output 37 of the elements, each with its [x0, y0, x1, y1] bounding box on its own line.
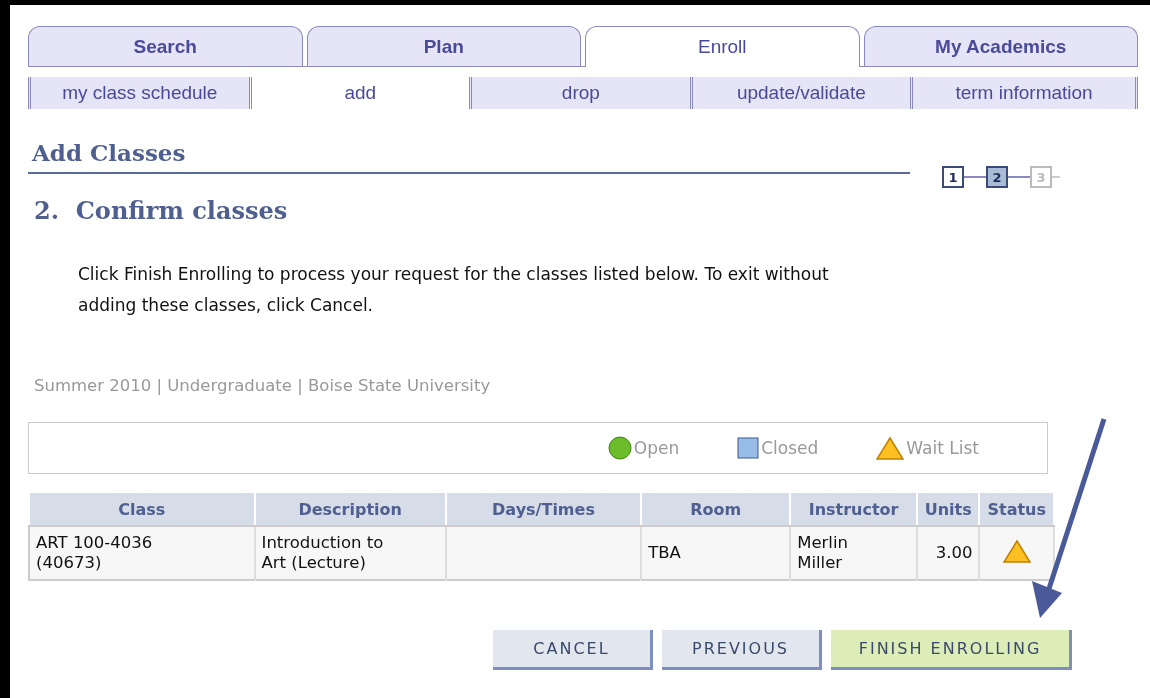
step-indicator: 1	[942, 166, 964, 188]
sub-tab[interactable]: term information	[910, 77, 1138, 109]
warning-icon	[876, 436, 905, 460]
action-button[interactable]: CANCEL	[493, 630, 653, 670]
column-header: Class	[29, 492, 255, 526]
table-cell: TBA	[641, 526, 791, 580]
action-button[interactable]: PREVIOUS	[662, 630, 822, 670]
sub-tab[interactable]: my class schedule	[28, 77, 249, 109]
step-indicator: 2	[986, 166, 1008, 188]
sub-tab[interactable]: update/validate	[689, 77, 911, 109]
column-header: Description	[254, 492, 446, 526]
sub-tab[interactable]: drop	[469, 77, 690, 109]
nav-tab[interactable]: Search	[28, 26, 303, 66]
column-header: Instructor	[790, 492, 918, 526]
term-info: Summer 2010 | Undergraduate | Boise State University	[34, 376, 492, 395]
column-header: Units	[917, 492, 980, 526]
legend-label: Closed	[761, 438, 819, 458]
nav-tab[interactable]: Plan	[306, 26, 581, 66]
circle-icon	[607, 436, 632, 460]
table-cell: 3.00	[917, 526, 980, 580]
step-title: 2. Confirm classes	[34, 196, 289, 225]
nav-tab[interactable]: My Academics	[863, 26, 1138, 66]
page-title: Add Classes	[32, 139, 186, 166]
step-indicator: 3	[1030, 166, 1052, 188]
instructions-text: Click Finish Enrolling to process your request for the classes listed below. To exit without adding these classes, click Cancel.	[78, 263, 830, 317]
column-header: Status	[979, 492, 1054, 526]
table-cell: Merlin Miller	[790, 526, 918, 580]
column-header: Room	[641, 492, 791, 526]
legend-label: Open	[633, 438, 680, 458]
warning-icon	[1002, 538, 1031, 563]
action-button[interactable]: FINISH ENROLLING	[831, 630, 1072, 670]
table-cell: ART 100-4036 (40673)	[29, 526, 255, 580]
legend-label: Wait List	[906, 438, 979, 458]
table-cell: Introduction to Art (Lecture)	[254, 526, 446, 580]
square-icon	[737, 437, 760, 459]
column-header: Days/Times	[445, 492, 642, 526]
nav-tab[interactable]: Enroll	[585, 26, 860, 67]
